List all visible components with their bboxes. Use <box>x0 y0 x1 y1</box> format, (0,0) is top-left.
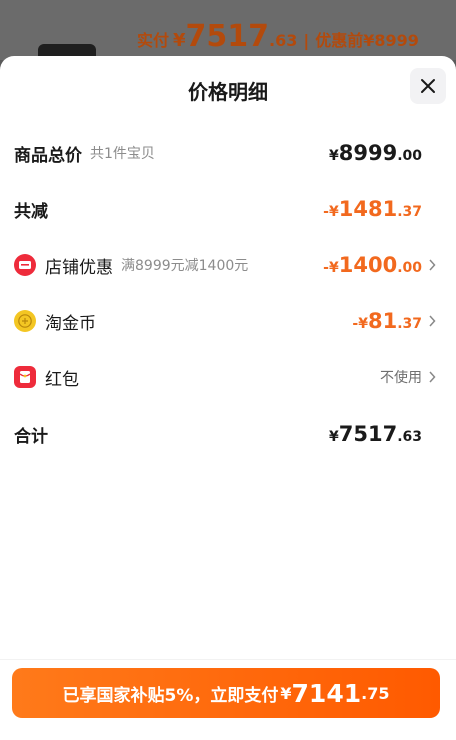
pay-now-button[interactable]: 已享国家补贴5%，立即支付 ¥7141.75 <box>12 668 440 718</box>
row-shop-discount[interactable]: 店铺优惠 满8999元减1400元 -¥1400.00 <box>14 250 436 280</box>
background-price-summary: 实付 ¥7517.63 | 优惠前¥8999 <box>137 22 419 52</box>
price-detail-sheet: 价格明细 商品总价 共1件宝贝 ¥8999.00 共减 -¥1481.37 店铺… <box>0 56 456 740</box>
total-goods-amount: ¥8999.00 <box>328 140 422 165</box>
red-packet-label: 红包 <box>45 369 79 390</box>
red-packet-icon <box>14 366 36 388</box>
taojinbi-amount: -¥81.37 <box>352 308 422 333</box>
row-total-discount: 共减 -¥1481.37 <box>14 194 436 224</box>
before-discount-value: ¥8999 <box>363 31 419 50</box>
price-separator: | <box>303 31 310 50</box>
before-discount-label: 优惠前 <box>315 31 364 50</box>
paid-dec: .63 <box>269 31 298 50</box>
close-icon <box>421 79 435 93</box>
pay-button-text: 已享国家补贴5%，立即支付 <box>62 685 279 706</box>
grand-total-amount: ¥7517.63 <box>328 421 422 446</box>
gold-coin-icon <box>14 310 36 332</box>
total-discount-amount: -¥1481.37 <box>323 196 422 221</box>
footer-bar: 已享国家补贴5%，立即支付 ¥7141.75 <box>0 659 456 740</box>
chevron-right-icon <box>429 259 436 271</box>
pay-int: 7141 <box>291 678 362 708</box>
pay-currency: ¥ <box>280 683 292 703</box>
paid-int: 7517 <box>185 19 270 54</box>
row-total-goods: 商品总价 共1件宝贝 ¥8999.00 <box>14 138 436 168</box>
grand-total-label: 合计 <box>14 426 48 447</box>
pay-dec: .75 <box>361 683 390 703</box>
paid-currency: ¥ <box>173 30 186 51</box>
row-taojinbi[interactable]: 淘金币 -¥81.37 <box>14 306 436 336</box>
red-packet-status: 不使用 <box>380 370 422 386</box>
close-button[interactable] <box>410 68 446 104</box>
total-goods-label: 商品总价 <box>14 145 82 166</box>
row-grand-total: 合计 ¥7517.63 <box>14 419 436 449</box>
shop-coupon-icon <box>14 254 36 276</box>
paid-label: 实付 <box>137 31 170 50</box>
total-discount-label: 共减 <box>14 201 48 222</box>
taojinbi-label: 淘金币 <box>45 313 96 334</box>
sheet-title: 价格明细 <box>188 80 268 104</box>
row-red-packet[interactable]: 红包 不使用 <box>14 362 436 392</box>
shop-discount-label: 店铺优惠 <box>45 257 113 278</box>
shop-discount-rule: 满8999元减1400元 <box>121 258 249 274</box>
shop-discount-amount: -¥1400.00 <box>323 252 422 277</box>
item-count-label: 共1件宝贝 <box>90 146 155 162</box>
chevron-right-icon <box>429 371 436 383</box>
chevron-right-icon <box>429 315 436 327</box>
